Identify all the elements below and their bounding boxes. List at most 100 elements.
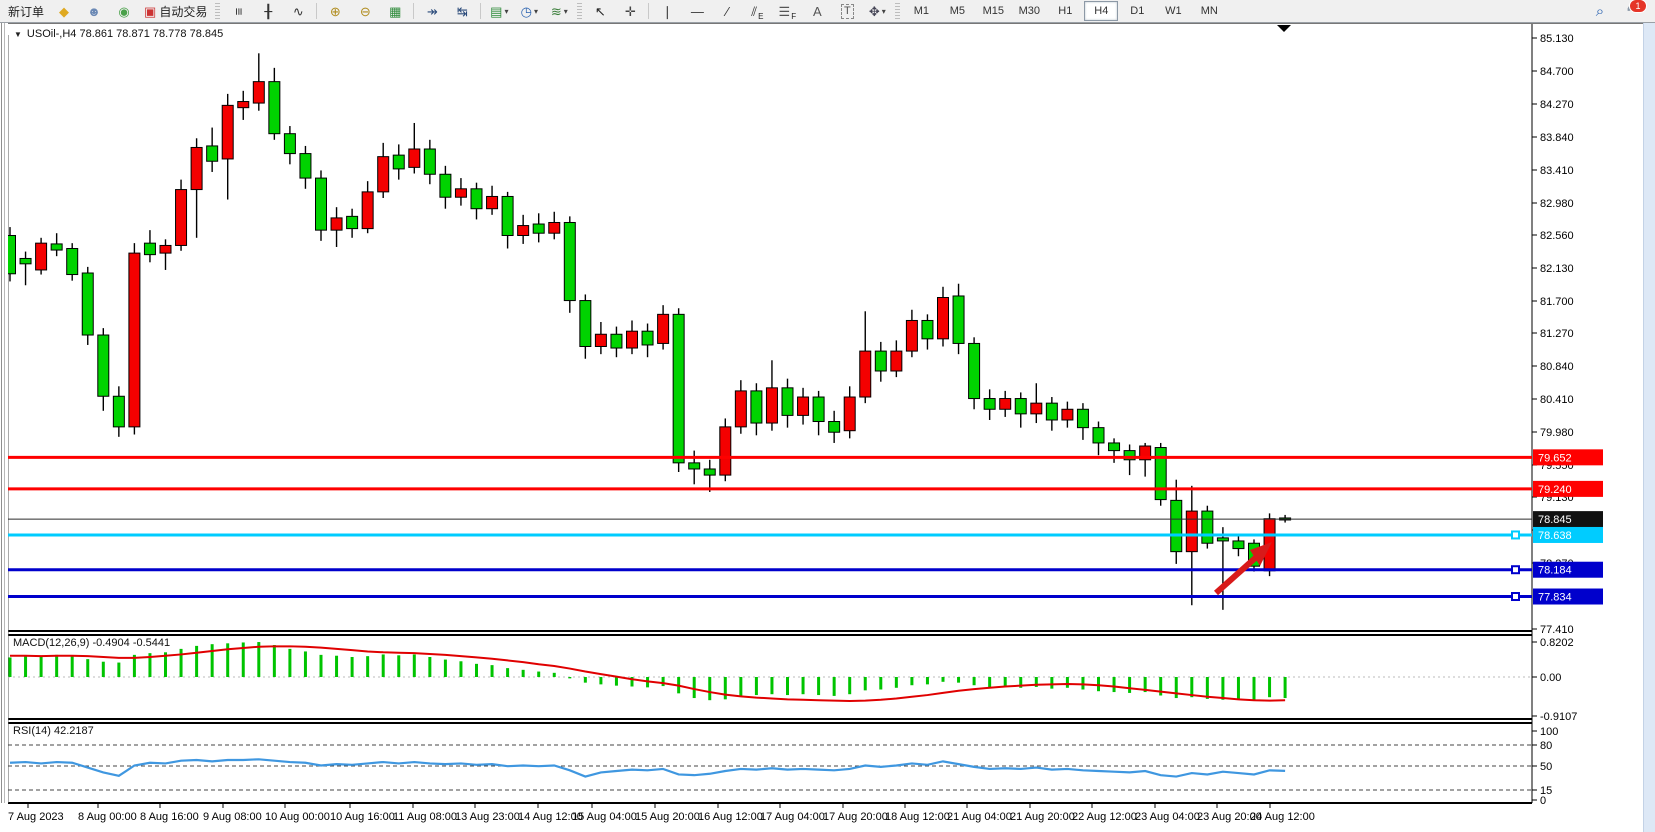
time-tick-label: 17 Aug 20:00: [823, 811, 888, 823]
auto-scroll-button[interactable]: ↠: [418, 0, 446, 22]
candle: [658, 314, 669, 343]
timeframe-button-mn[interactable]: MN: [1192, 1, 1226, 21]
search-icon[interactable]: ⌕: [1586, 0, 1614, 22]
candle: [533, 224, 544, 233]
cursor-button[interactable]: ↖: [586, 0, 614, 22]
timeframe-button-m5[interactable]: M5: [940, 1, 974, 21]
support-line-77834-price-label: 77.834: [1538, 592, 1572, 604]
time-tick-label: 22 Aug 12:00: [1072, 811, 1137, 823]
toolbar-separator: [480, 3, 481, 19]
time-tick-label: 15 Aug 04:00: [572, 811, 637, 823]
trendline-glyph: ⁄: [726, 5, 728, 18]
chart-shift-glyph: ↹: [457, 5, 468, 18]
candle: [1077, 409, 1088, 427]
chart-shift-button[interactable]: ↹: [448, 0, 476, 22]
text-label-button[interactable]: T: [833, 0, 861, 22]
auto-trading-button[interactable]: ▣自动交易: [140, 0, 211, 22]
toolbar-grip: [895, 3, 900, 19]
candlestick-chart-button[interactable]: ╂: [254, 0, 282, 22]
timeframe-button-m1[interactable]: M1: [904, 1, 938, 21]
fibonacci-glyph: ☰: [779, 5, 791, 18]
timeframe-button-m30[interactable]: M30: [1012, 1, 1046, 21]
candle: [67, 249, 78, 275]
macd-tick-label: 0.00: [1540, 672, 1561, 684]
candle: [1046, 403, 1057, 420]
kite-icon[interactable]: ◆: [50, 0, 78, 22]
candle: [922, 320, 933, 338]
new-chart-button[interactable]: ▤▾: [485, 0, 513, 22]
timeframe-button-m15[interactable]: M15: [976, 1, 1010, 21]
equidistant-channel-button[interactable]: ⫽E: [743, 0, 771, 22]
price-chart-canvas[interactable]: 85.13084.70084.27083.84083.41082.98082.5…: [0, 23, 1655, 832]
candlestick-chart-glyph: ╂: [264, 5, 272, 18]
price-tick-label: 84.270: [1540, 99, 1574, 111]
crosshair-button[interactable]: ✛: [616, 0, 644, 22]
auto-trading-button-label: 自动交易: [159, 3, 207, 20]
candle: [1015, 399, 1026, 414]
time-tick-label: 18 Aug 12:00: [885, 811, 950, 823]
support-line-78638-handle[interactable]: [1512, 531, 1519, 538]
timeframe-button-d1[interactable]: D1: [1120, 1, 1154, 21]
support-line-78184-handle[interactable]: [1512, 566, 1519, 573]
chevron-down-icon[interactable]: ▼: [14, 30, 22, 39]
dropdown-arrow-icon[interactable]: ▾: [882, 7, 886, 16]
fibonacci-button[interactable]: ☰F: [773, 0, 801, 22]
candle: [1062, 409, 1073, 420]
candle: [813, 397, 824, 421]
timeframe-button-h4[interactable]: H4: [1084, 1, 1118, 21]
dropdown-arrow-icon[interactable]: ▾: [564, 7, 568, 16]
candle: [191, 147, 202, 189]
candle: [440, 174, 451, 197]
indicators-button[interactable]: ≋▾: [545, 0, 573, 22]
icon-subscript: E: [758, 12, 763, 21]
macd-signal-line: [10, 646, 1285, 701]
candle: [409, 149, 420, 167]
arrows-shapes-button[interactable]: ✥▾: [863, 0, 891, 22]
candle: [113, 396, 124, 427]
candle: [1155, 448, 1166, 500]
candle: [284, 134, 295, 154]
time-tick-label: 8 Aug 00:00: [78, 811, 137, 823]
zoom-out-button[interactable]: ⊖: [351, 0, 379, 22]
open-account-icon[interactable]: ☻: [80, 0, 108, 22]
candle: [844, 397, 855, 431]
candle: [611, 334, 622, 348]
zoom-out-glyph: ⊖: [360, 5, 371, 18]
line-chart-button[interactable]: ∿: [284, 0, 312, 22]
text-button[interactable]: A: [803, 0, 831, 22]
toolbar: 新订单◆☻◉▣自动交易 ≡ ╂ ∿ ⊕ ⊖ ▦ ↠ ↹ ▤▾◷▾≋▾ ↖ ✛ ❘― ⁄ ⫽E☰FAT✥▾ M1…: [0, 0, 1655, 23]
notifications-chat-icon[interactable]: ❝1: [1616, 0, 1644, 22]
timeframe-button-w1[interactable]: W1: [1156, 1, 1190, 21]
candle: [735, 391, 746, 427]
signals-icon[interactable]: ◉: [110, 0, 138, 22]
profiles-clock-button[interactable]: ◷▾: [515, 0, 543, 22]
timeframe-button-h1[interactable]: H1: [1048, 1, 1082, 21]
dropdown-arrow-icon[interactable]: ▾: [504, 7, 508, 16]
bar-chart-button[interactable]: ≡: [224, 0, 252, 22]
macd-indicator-label: MACD(12,26,9) -0.4904 -0.5441: [13, 637, 170, 649]
rsi-tick-label: 50: [1540, 761, 1552, 773]
candle: [1217, 538, 1228, 541]
horizontal-line-button[interactable]: ―: [683, 0, 711, 22]
candle: [316, 178, 327, 230]
new-order-button[interactable]: 新订单: [1, 0, 48, 22]
chart-window[interactable]: ▼ USOil-,H4 78.861 78.871 78.778 78.845 …: [0, 23, 1655, 832]
tile-windows-button[interactable]: ▦: [381, 0, 409, 22]
time-tick-label: 17 Aug 04:00: [760, 811, 825, 823]
time-tick-label: 10 Aug 16:00: [330, 811, 395, 823]
candle: [689, 463, 700, 469]
vertical-line-button[interactable]: ❘: [653, 0, 681, 22]
zoom-in-button[interactable]: ⊕: [321, 0, 349, 22]
current-price-line-price-label: 78.845: [1538, 514, 1572, 526]
bar-chart-glyph: ≡: [232, 7, 245, 15]
time-tick-label: 10 Aug 00:00: [265, 811, 330, 823]
window-right-scrollbar[interactable]: [1643, 23, 1655, 832]
candle: [36, 243, 47, 270]
price-tick-label: 85.130: [1540, 33, 1574, 45]
trendline-button[interactable]: ⁄: [713, 0, 741, 22]
support-line-77834-handle[interactable]: [1512, 593, 1519, 600]
candle: [891, 351, 902, 371]
dropdown-arrow-icon[interactable]: ▾: [534, 7, 538, 16]
time-tick-label: 15 Aug 20:00: [635, 811, 700, 823]
crosshair-glyph: ✛: [625, 5, 636, 18]
